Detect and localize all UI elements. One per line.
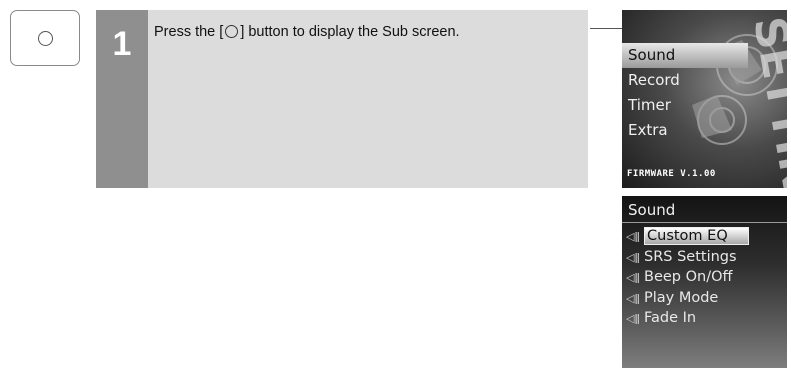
menu-item-record[interactable]: Record [622, 68, 787, 93]
step-block: 1 Press the [ ] button to display the Sub… [96, 10, 588, 188]
menu-item-extra[interactable]: Extra [622, 118, 787, 143]
menu-button-graphic [10, 10, 80, 66]
submenu-item-custom-eq[interactable]: ◁ǁ Custom EQ [622, 226, 787, 247]
step-number-column: 1 [96, 10, 148, 188]
submenu-title: Sound [628, 201, 676, 219]
speaker-icon: ◁ǁ [626, 250, 640, 264]
speaker-icon: ◁ǁ [626, 271, 640, 284]
step-number: 1 [112, 25, 132, 63]
menu-item-sound[interactable]: Sound [622, 43, 748, 68]
speaker-icon: ◁ǁ [626, 291, 640, 305]
step-text-after: ] button to display the Sub screen. [240, 24, 460, 40]
speaker-icon: ◁ǁ [626, 312, 640, 325]
step-instruction: Press the [ ] button to display the Sub s… [154, 23, 460, 41]
settings-menu: Sound Record Timer Extra [622, 43, 787, 143]
circle-button-icon [225, 25, 239, 38]
sound-submenu-screen: Sound ◁ǁ Custom EQ ◁ǁ SRS Settings ◁ǁ Beep … [622, 196, 787, 368]
sound-submenu: ◁ǁ Custom EQ ◁ǁ SRS Settings ◁ǁ Beep On/Off… [622, 226, 787, 329]
step-text-before: Press the [ [154, 24, 224, 40]
submenu-item-srs-settings[interactable]: ◁ǁ SRS Settings [622, 247, 787, 268]
firmware-version: FIRMWARE V.1.00 [627, 169, 716, 179]
settings-screen: SETTINGS Sound Record Timer Extra FIRMWA… [622, 10, 787, 188]
speaker-icon: ◁ǁ [626, 230, 640, 243]
circle-button-icon [38, 31, 53, 46]
submenu-item-play-mode[interactable]: ◁ǁ Play Mode [622, 288, 787, 309]
submenu-item-beep[interactable]: ◁ǁ Beep On/Off [622, 267, 787, 288]
connector-line [590, 28, 625, 29]
submenu-item-fade-in[interactable]: ◁ǁ Fade In [622, 308, 787, 329]
title-divider [622, 222, 787, 223]
menu-item-timer[interactable]: Timer [622, 93, 787, 118]
